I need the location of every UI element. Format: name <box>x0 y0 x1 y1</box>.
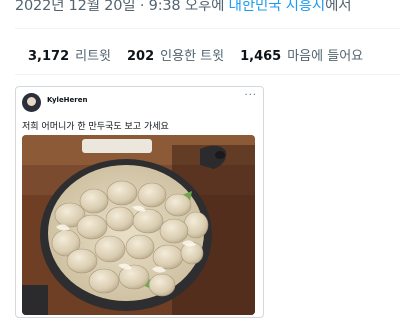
retweets-label[interactable]: 리트윗 <box>75 49 111 64</box>
divider-top <box>15 28 400 29</box>
timestamp[interactable]: 2022년 12월 20일 · 9:38 오후에 <box>15 0 229 14</box>
quoted-handle[interactable]: KyleHeren <box>47 96 87 104</box>
tweet-meta-line: 2022년 12월 20일 · 9:38 오후에 대한민국 시흥시에서 <box>15 0 352 15</box>
quoted-tweet-card[interactable]: KyleHeren ··· 저희 어머니가 한 만두국도 보고 가세요 <box>15 86 264 318</box>
location-suffix: 에서 <box>325 0 352 14</box>
retweets-count[interactable]: 3,172 <box>28 49 69 64</box>
location-link[interactable]: 대한민국 시흥시 <box>229 0 326 14</box>
likes-count[interactable]: 1,465 <box>240 49 281 64</box>
likes-label[interactable]: 마음에 들어요 <box>287 49 363 64</box>
quoted-tweet-text: 저희 어머니가 한 만두국도 보고 가세요 <box>22 122 169 132</box>
tweet-stats: 3,172 리트윗 202 인용한 트윗 1,465 마음에 들어요 <box>28 45 379 64</box>
avatar[interactable] <box>22 93 41 112</box>
dumpling-soup-pot-photo[interactable] <box>22 135 255 315</box>
more-dots-icon[interactable]: ··· <box>244 90 257 101</box>
divider-bottom <box>15 74 400 75</box>
quotes-count[interactable]: 202 <box>127 49 154 64</box>
quotes-label[interactable]: 인용한 트윗 <box>160 49 224 64</box>
